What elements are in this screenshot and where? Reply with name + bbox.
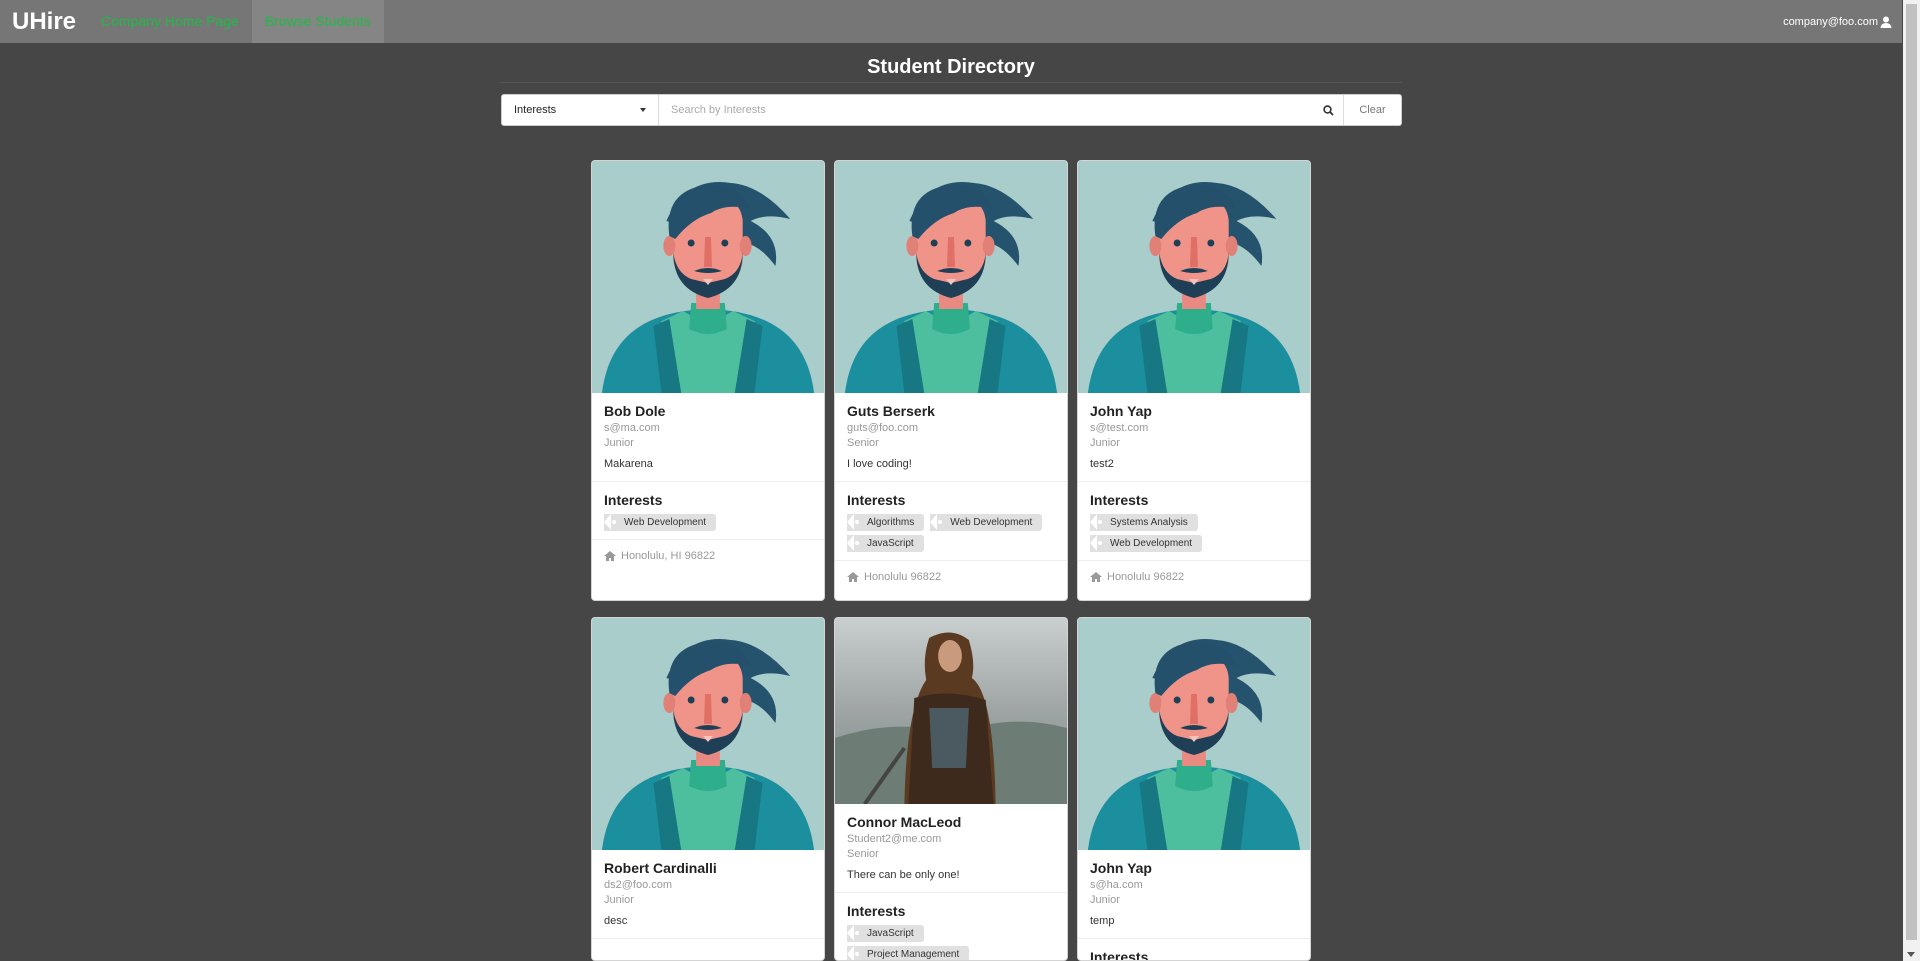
student-description: There can be only one! [847,869,960,881]
student-avatar [592,161,824,393]
page-scrollbar[interactable] [1903,0,1920,961]
interest-tag[interactable]: JavaScript [847,925,924,942]
interests-heading: Interests [847,492,906,508]
student-avatar [1078,618,1310,850]
student-email: s@test.com [1090,422,1149,434]
student-location: Honolulu 96822 [835,561,1067,593]
student-info: Robert Cardinalli ds2@foo.com Junior des… [592,850,824,939]
student-info: Guts Berserk guts@foo.com Senior I love … [835,393,1067,482]
student-description: temp [1090,915,1115,927]
interest-tag[interactable]: Project Management [847,946,970,960]
interest-tag[interactable]: Web Development [1090,535,1203,552]
student-photo [835,618,1067,804]
student-email: s@ha.com [1090,879,1143,891]
student-interests: Interests JavaScript Project Management [835,893,1067,960]
student-info: John Yap s@test.com Junior test2 [1078,393,1310,482]
student-level: Junior [1090,437,1120,449]
interest-tag[interactable]: Algorithms [847,514,925,531]
student-card[interactable]: Connor MacLeod Student2@me.com Senior Th… [834,617,1068,961]
student-level: Senior [847,437,879,449]
student-description: Makarena [604,458,653,470]
student-level: Junior [604,437,634,449]
student-info: John Yap s@ha.com Junior temp [1078,850,1310,939]
nav-browse-students[interactable]: Browse Students [251,0,384,43]
scroll-down-arrow-icon[interactable] [1907,952,1915,957]
search-input[interactable] [659,95,1313,125]
student-info: Connor MacLeod Student2@me.com Senior Th… [835,804,1067,893]
student-avatar [1078,161,1310,393]
student-name[interactable]: Connor MacLeod [847,814,1055,830]
scrollbar-thumb[interactable] [1906,4,1917,940]
location-text: Honolulu 96822 [864,571,942,583]
student-name[interactable]: John Yap [1090,403,1298,419]
student-level: Senior [847,848,879,860]
search-bar: Interests Clear [501,94,1402,126]
student-avatar [835,161,1067,393]
student-email: guts@foo.com [847,422,919,434]
interest-tag[interactable]: Web Development [604,514,717,531]
user-email: company@foo.com [1783,15,1878,28]
student-name[interactable]: Bob Dole [604,403,812,419]
student-description: desc [604,915,628,927]
student-level: Junior [604,894,634,906]
interests-heading: Interests [847,903,906,919]
interests-heading: Interests [1090,492,1149,508]
user-icon [1880,16,1892,28]
student-avatar [592,618,824,850]
student-card[interactable]: Robert Cardinalli ds2@foo.com Junior des… [591,617,825,961]
interest-tag[interactable]: JavaScript [847,535,924,552]
student-description: I love coding! [847,458,912,470]
student-location: Honolulu 96822 [1078,561,1310,593]
interests-heading: Interests [604,492,663,508]
top-navbar: UHire Company Home Page Browse Students … [0,0,1902,43]
student-level: Junior [1090,894,1120,906]
title-divider [500,82,1402,83]
location-text: Honolulu 96822 [1107,571,1185,583]
caret-down-icon [640,108,646,112]
student-location: Honolulu, HI 96822 [592,540,824,572]
search-filter-dropdown[interactable]: Interests [502,95,659,125]
student-interests: Interests Systems Analysis Web Developme… [1078,482,1310,561]
student-name[interactable]: Guts Berserk [847,403,1055,419]
student-email: ds2@foo.com [604,879,673,891]
student-card[interactable]: Guts Berserk guts@foo.com Senior I love … [834,160,1068,601]
student-card[interactable]: John Yap s@ha.com Junior temp Interests [1077,617,1311,961]
student-interests: Interests [1078,939,1310,961]
search-icon[interactable] [1313,95,1343,125]
interest-tag[interactable]: Web Development [930,514,1043,531]
student-email: Student2@me.com [847,833,942,845]
location-text: Honolulu, HI 96822 [621,550,716,562]
clear-button[interactable]: Clear [1343,95,1401,125]
page-title: Student Directory [867,56,1035,78]
student-card[interactable]: John Yap s@test.com Junior test2 Interes… [1077,160,1311,601]
student-card[interactable]: Bob Dole s@ma.com Junior Makarena Intere… [591,160,825,601]
home-icon [847,572,859,582]
student-info: Bob Dole s@ma.com Junior Makarena [592,393,824,482]
student-name[interactable]: Robert Cardinalli [604,860,812,876]
nav-company-home[interactable]: Company Home Page [88,0,252,43]
user-menu[interactable]: company@foo.com [1783,16,1902,28]
brand-logo[interactable]: UHire [0,0,88,43]
home-icon [1090,572,1102,582]
interests-heading: Interests [1090,949,1149,961]
student-email: s@ma.com [604,422,660,434]
student-description: test2 [1090,458,1114,470]
student-interests: Interests Algorithms Web Development Jav… [835,482,1067,561]
student-name[interactable]: John Yap [1090,860,1298,876]
home-icon [604,551,616,561]
interest-tag[interactable]: Systems Analysis [1090,514,1198,531]
student-interests: Interests Web Development [592,482,824,540]
search-filter-value: Interests [514,104,557,116]
